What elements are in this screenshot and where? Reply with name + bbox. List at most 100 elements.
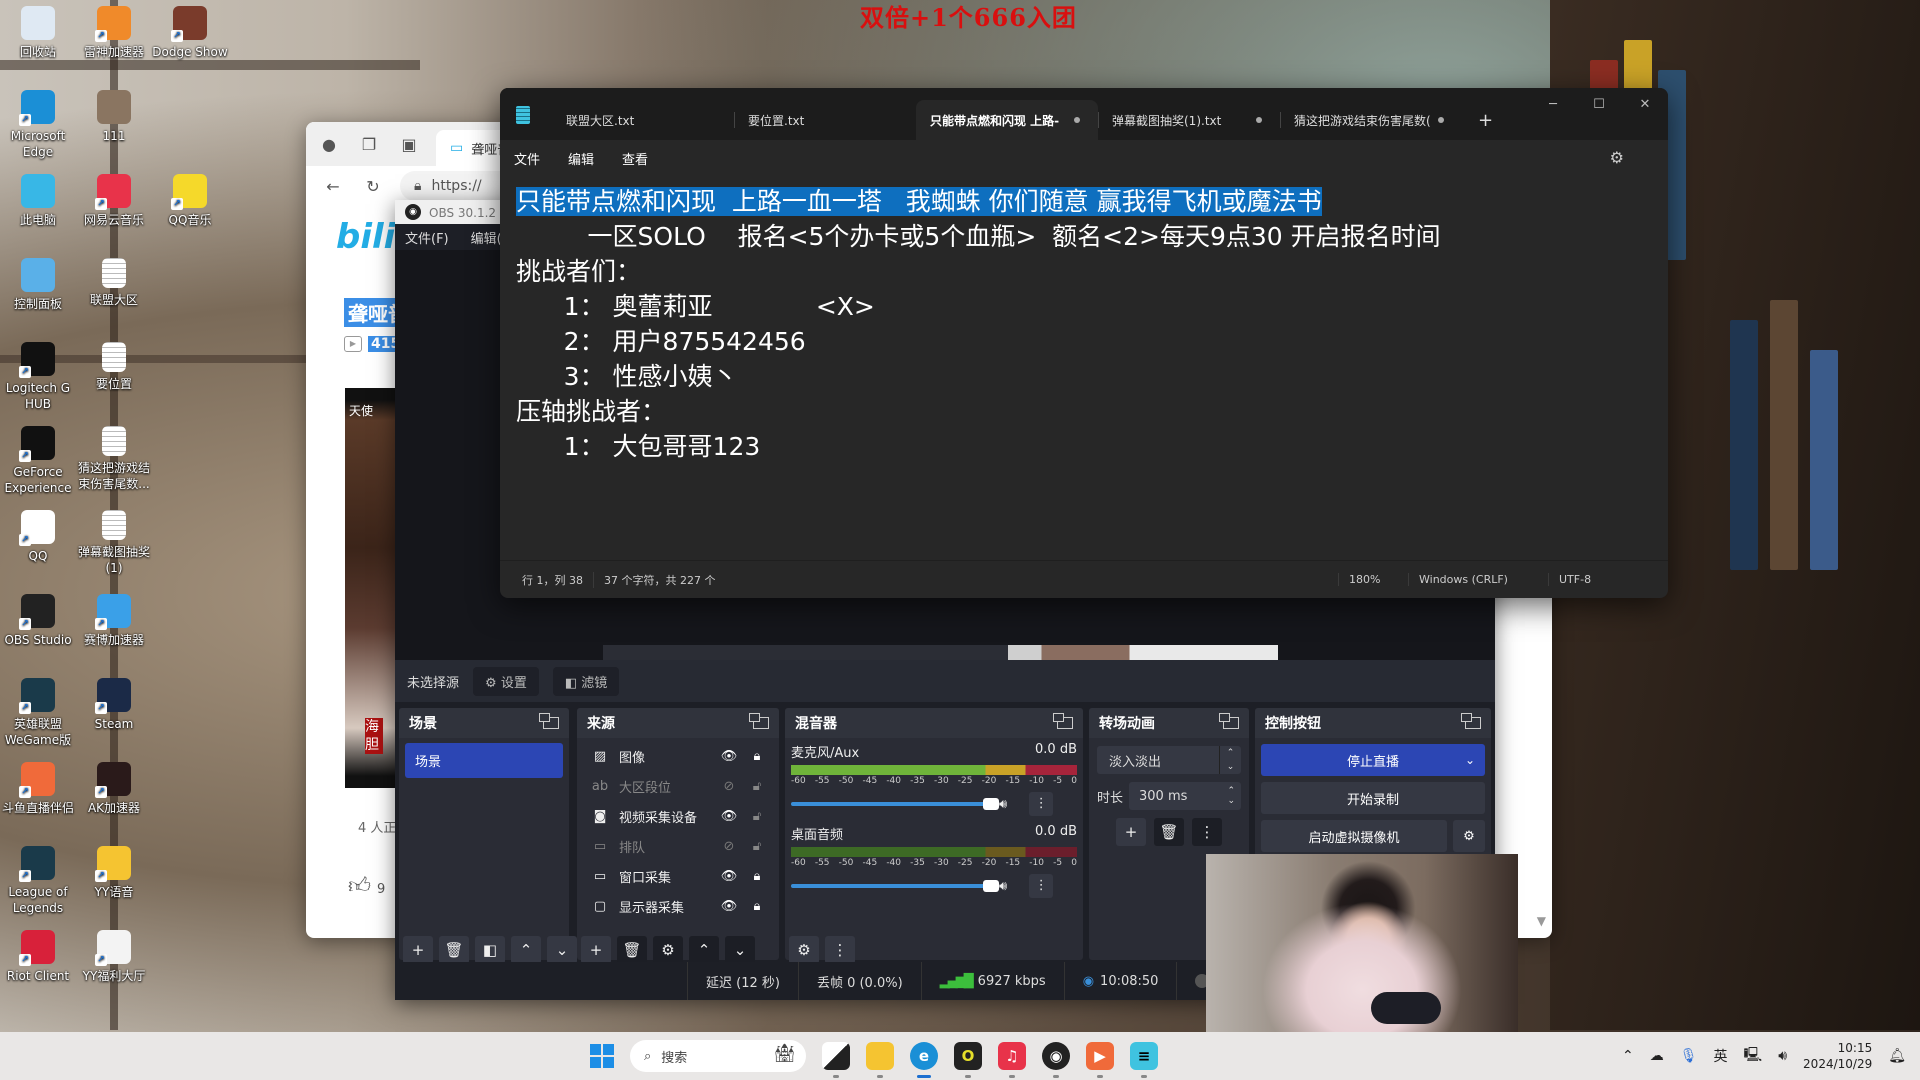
tab-actions-icon[interactable]: ▣ <box>396 131 422 157</box>
line-ending[interactable]: Windows (CRLF) <box>1408 573 1548 586</box>
duration-input[interactable]: 300 ms ⌃ ⌄ <box>1129 782 1241 810</box>
source-item[interactable]: ▭ 窗口采集 👁︎ 🔒︎ <box>577 861 779 891</box>
eye-icon[interactable]: 👁︎ <box>717 749 741 764</box>
notepad-tab[interactable]: 只能带点燃和闪现 上路- <box>916 100 1098 140</box>
source-item[interactable]: ◙ 视频采集设备 👁︎ 🔓︎ <box>577 801 779 831</box>
desktop-icon[interactable]: ↗ Microsoft Edge <box>0 90 76 160</box>
desktop-icon[interactable]: 控制面板 <box>0 258 76 312</box>
file-explorer-icon[interactable] <box>866 1042 894 1078</box>
desktop-icon[interactable]: ↗ Logitech G HUB <box>0 342 76 412</box>
profile-icon[interactable]: ● <box>316 131 342 157</box>
desktop-icon[interactable]: 猜这把游戏结束伤害尾数... <box>76 426 152 492</box>
eye-icon[interactable]: 👁︎ <box>717 869 741 884</box>
microphone-icon[interactable]: 🎙︎ <box>1680 1048 1698 1064</box>
advanced-audio-button[interactable]: ⚙ <box>789 936 819 964</box>
volume-slider[interactable] <box>791 798 999 810</box>
collections-icon[interactable]: ❐ <box>356 131 382 157</box>
taskbar-search[interactable]: ⌕ 搜索 🏰︎ <box>630 1040 806 1072</box>
undock-icon[interactable] <box>1219 713 1239 729</box>
new-tab-button[interactable]: + <box>1462 100 1509 140</box>
volume-slider[interactable] <box>791 880 999 892</box>
desktop-icon[interactable]: ↗ 英雄联盟WeGame版 <box>0 678 76 748</box>
lock-icon[interactable]: 🔒︎ <box>745 869 769 884</box>
remove-scene-button[interactable]: 🗑︎ <box>439 936 469 964</box>
desktop-icon[interactable]: ↗ AK加速器 <box>76 762 152 816</box>
move-source-down-button[interactable]: ⌄ <box>725 936 755 964</box>
desktop-icon[interactable]: 此电脑 <box>0 174 76 228</box>
obs-menu-file[interactable]: 文件(F) <box>405 228 449 247</box>
clock[interactable]: 10:15 2024/10/29 <box>1803 1040 1872 1072</box>
desktop-icon[interactable]: 111 <box>76 90 152 144</box>
stepper-icon[interactable]: ⌃ ⌄ <box>1227 786 1235 806</box>
minimize-button[interactable]: ─ <box>1530 88 1576 120</box>
desktop-icon[interactable]: ↗ Steam <box>76 678 152 732</box>
desktop-icon[interactable]: ↗ Riot Client <box>0 930 76 984</box>
zoom-level[interactable]: 180% <box>1338 573 1408 586</box>
back-icon[interactable]: ← <box>320 173 346 199</box>
unsaved-dot-icon[interactable] <box>1074 117 1080 123</box>
chevron-up-icon[interactable]: ⌃ <box>1622 1048 1634 1064</box>
eye-icon[interactable]: 👁︎ <box>717 809 741 824</box>
source-filters-button[interactable]: ◧ 滤镜 <box>552 666 620 696</box>
transition-select[interactable]: 淡入淡出 ⌃ ⌄ <box>1097 746 1241 774</box>
notepad-tab[interactable]: 联盟大区.txt <box>552 100 734 140</box>
desktop-icon[interactable]: ↗ 赛博加速器 <box>76 594 152 648</box>
volume-slider-handle[interactable] <box>983 798 999 810</box>
speaker-icon[interactable]: 🔊︎ <box>999 797 1007 812</box>
source-item[interactable]: ▢ 显示器采集 👁︎ 🔒︎ <box>577 891 779 921</box>
desktop-icon[interactable]: ↗ Dodge Show <box>152 6 228 60</box>
desktop-icon[interactable]: 要位置 <box>76 342 152 392</box>
settings-gear-icon[interactable]: ⚙ <box>1610 148 1624 167</box>
stop-stream-button[interactable]: 停止直播 ⌄ <box>1261 744 1485 776</box>
volume-icon[interactable]: 🔊︎ <box>1778 1048 1787 1064</box>
douyu-taskbar-icon[interactable]: ▶ <box>1086 1042 1114 1078</box>
unlock-icon[interactable]: 🔓︎ <box>745 839 769 854</box>
encoding[interactable]: UTF-8 <box>1548 573 1668 586</box>
desktop-icon[interactable]: ↗ 斗鱼直播伴侣 <box>0 762 76 816</box>
speaker-icon[interactable]: 🔊︎ <box>999 879 1007 894</box>
add-source-button[interactable]: + <box>581 936 611 964</box>
netease-music-taskbar-icon[interactable]: ♫ <box>998 1042 1026 1078</box>
desktop-icon[interactable]: ↗ OBS Studio <box>0 594 76 648</box>
edge-taskbar-icon[interactable]: e <box>910 1042 938 1078</box>
desktop-icon[interactable]: ↗ GeForce Experience <box>0 426 76 496</box>
like-button[interactable]: 👍︎ 9 <box>348 872 385 899</box>
desktop-icon[interactable]: ↗ YY福利大厅 <box>76 930 152 984</box>
source-item[interactable]: ▭ 排队 ⊘ 🔓︎ <box>577 831 779 861</box>
undock-icon[interactable] <box>539 713 559 729</box>
unsaved-dot-icon[interactable] <box>1256 117 1262 123</box>
scene-item[interactable]: 场景 <box>405 743 563 778</box>
notepad-window[interactable]: 联盟大区.txt 要位置.txt 只能带点燃和闪现 上路- 弹幕截图抽奖(1).txt… <box>500 88 1668 598</box>
move-scene-down-button[interactable]: ⌄ <box>547 936 577 964</box>
remove-transition-button[interactable]: 🗑︎ <box>1154 818 1184 846</box>
onedrive-icon[interactable]: ☁ <box>1650 1048 1664 1064</box>
unlock-icon[interactable]: 🔓︎ <box>745 809 769 824</box>
notepad-taskbar-icon[interactable]: ≡ <box>1130 1042 1158 1078</box>
start-button[interactable] <box>590 1044 614 1068</box>
start-recording-button[interactable]: 开始录制 <box>1261 782 1485 814</box>
virtual-camera-settings-icon[interactable]: ⚙ <box>1453 820 1485 852</box>
notepad-tab[interactable]: 要位置.txt <box>734 100 916 140</box>
menu-file[interactable]: 文件 <box>514 149 540 168</box>
undock-icon[interactable] <box>749 713 769 729</box>
move-source-up-button[interactable]: ⌃ <box>689 936 719 964</box>
add-transition-button[interactable]: + <box>1116 818 1146 846</box>
desktop-icon[interactable]: ↗ League of Legends <box>0 846 76 916</box>
ime-indicator[interactable]: 英 <box>1714 1046 1728 1066</box>
desktop-icon[interactable]: ↗ YY语音 <box>76 846 152 900</box>
scroll-down-arrow[interactable]: ▼ <box>1537 914 1546 928</box>
menu-view[interactable]: 查看 <box>622 149 648 168</box>
source-settings-button[interactable]: ⚙ 设置 <box>473 666 539 696</box>
task-view-icon[interactable] <box>822 1042 850 1078</box>
undock-icon[interactable] <box>1053 713 1073 729</box>
channel-menu-button[interactable]: ⋮ <box>1029 874 1054 898</box>
desktop-icon[interactable]: ↗ 雷神加速器 <box>76 6 152 60</box>
transition-menu-button[interactable]: ⋮ <box>1192 818 1222 846</box>
menu-edit[interactable]: 编辑 <box>568 149 594 168</box>
mixer-menu-button[interactable]: ⋮ <box>825 936 855 964</box>
channel-menu-button[interactable]: ⋮ <box>1029 792 1054 816</box>
desktop-icon[interactable]: 回收站 <box>0 6 76 60</box>
close-button[interactable]: ✕ <box>1622 88 1668 120</box>
chevron-down-icon[interactable]: ⌄ <box>1465 753 1475 767</box>
desktop-icon[interactable]: ↗ QQ <box>0 510 76 564</box>
